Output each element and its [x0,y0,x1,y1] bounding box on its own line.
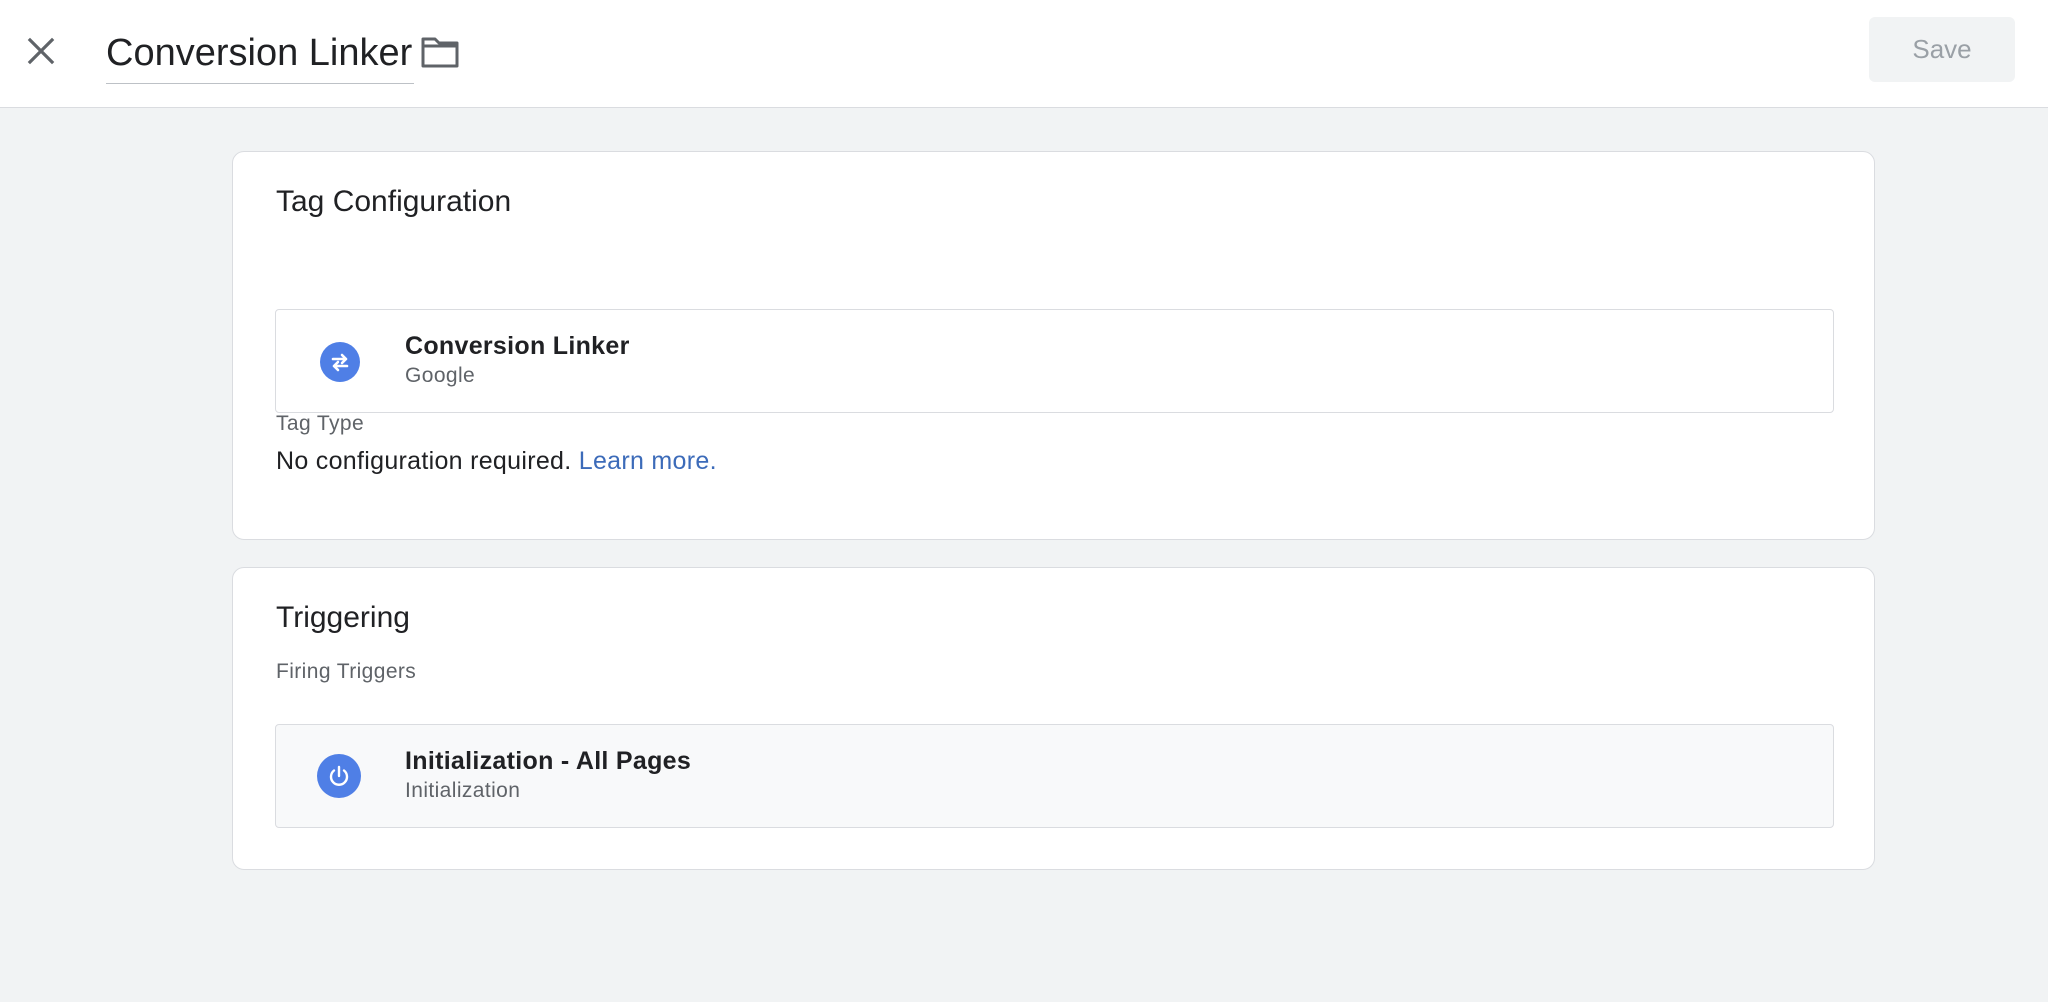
trigger-type: Initialization [405,779,521,802]
triggering-card: Triggering Firing Triggers Initializatio… [232,567,1875,870]
trigger-item[interactable]: Initialization - All Pages Initializatio… [275,724,1834,828]
learn-more-link[interactable]: Learn more. [579,447,717,475]
tag-type-provider: Google [405,364,476,387]
swap-arrows-icon [331,353,349,372]
firing-triggers-label: Firing Triggers [276,660,417,683]
conversion-linker-icon [320,342,360,382]
tag-type-name: Conversion Linker [405,332,630,360]
tag-configuration-title: Tag Configuration [276,185,512,218]
folder-icon [421,37,459,68]
tag-name-field[interactable]: Conversion Linker [106,28,415,84]
trigger-name: Initialization - All Pages [405,747,692,775]
configuration-info: No configuration required. Learn more. [276,444,717,478]
folder-button[interactable] [416,28,464,76]
tag-configuration-card: Tag Configuration Tag Type Conversion Li… [232,151,1875,540]
tag-type-selector[interactable]: Conversion Linker Google [275,309,1834,413]
triggering-title: Triggering [276,601,410,634]
close-button[interactable] [16,26,66,76]
tag-type-label: Tag Type [276,412,365,435]
initialization-trigger-icon [317,754,361,798]
save-button[interactable]: Save [1869,17,2015,82]
configuration-info-text: No configuration required. [276,447,572,475]
close-icon [27,37,55,65]
tag-name-text: Conversion Linker [106,32,413,74]
top-bar: Conversion Linker Save [0,0,2048,108]
power-icon [329,765,349,786]
